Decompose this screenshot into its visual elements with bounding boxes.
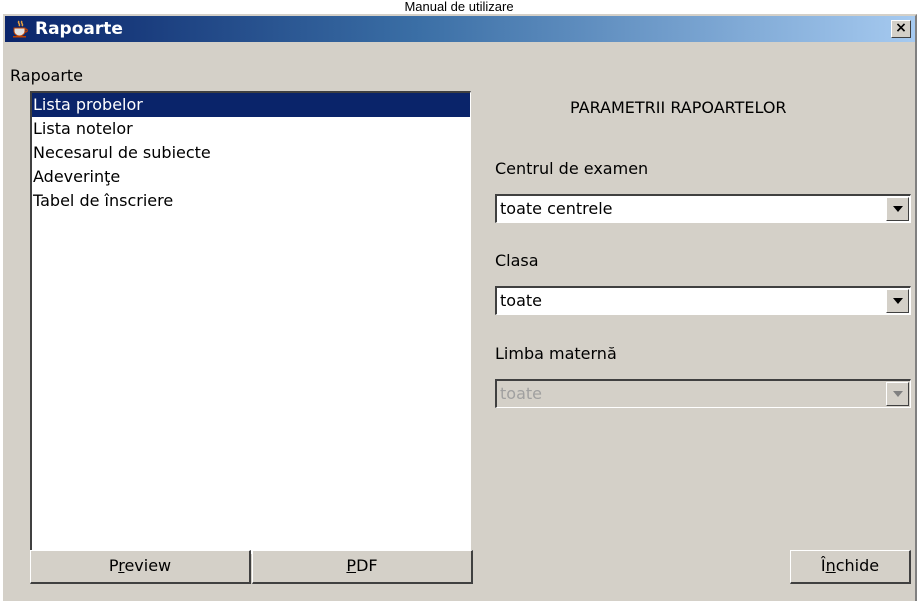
clasa-select[interactable]: toate (495, 286, 911, 315)
centru-select[interactable]: toate centrele (495, 194, 911, 223)
window-title: Rapoarte (35, 19, 123, 39)
clasa-value: toate (500, 291, 542, 310)
close-icon: × (895, 20, 907, 36)
close-window-button[interactable]: × (891, 20, 911, 38)
limba-label: Limba maternă (495, 344, 617, 363)
list-item[interactable]: Adeverinţe (32, 165, 470, 189)
parameters-title: PARAMETRII RAPOARTELOR (570, 98, 787, 117)
centru-label: Centrul de examen (495, 159, 649, 178)
list-item[interactable]: Lista notelor (32, 117, 470, 141)
limba-select: toate (495, 379, 911, 408)
reports-list[interactable]: Lista probelor Lista notelor Necesarul de … (30, 91, 471, 554)
preview-button[interactable]: Preview (30, 550, 251, 584)
java-coffee-cup-icon (11, 20, 29, 38)
close-button[interactable]: Închide (790, 550, 911, 584)
list-item[interactable]: Tabel de înscriere (32, 189, 470, 213)
reports-label: Rapoarte (10, 66, 84, 85)
chevron-down-icon[interactable] (886, 289, 909, 313)
close-button-label: Închide (820, 556, 880, 575)
title-bar[interactable]: Rapoarte × (5, 16, 915, 42)
pdf-button[interactable]: PDF (252, 550, 473, 584)
clasa-label: Clasa (495, 251, 539, 270)
limba-value: toate (500, 384, 542, 403)
chevron-down-icon (886, 382, 909, 406)
list-item[interactable]: Necesarul de subiecte (32, 141, 470, 165)
document-header: Manual de utilizare (404, 0, 514, 14)
pdf-button-label: PDF (346, 556, 378, 575)
list-item[interactable]: Lista probelor (32, 93, 470, 117)
preview-button-label: Preview (108, 556, 172, 575)
chevron-down-icon[interactable] (886, 197, 909, 221)
centru-value: toate centrele (500, 199, 613, 218)
rapoarte-dialog: Rapoarte × Rapoarte Lista probelor Lista … (3, 14, 917, 601)
